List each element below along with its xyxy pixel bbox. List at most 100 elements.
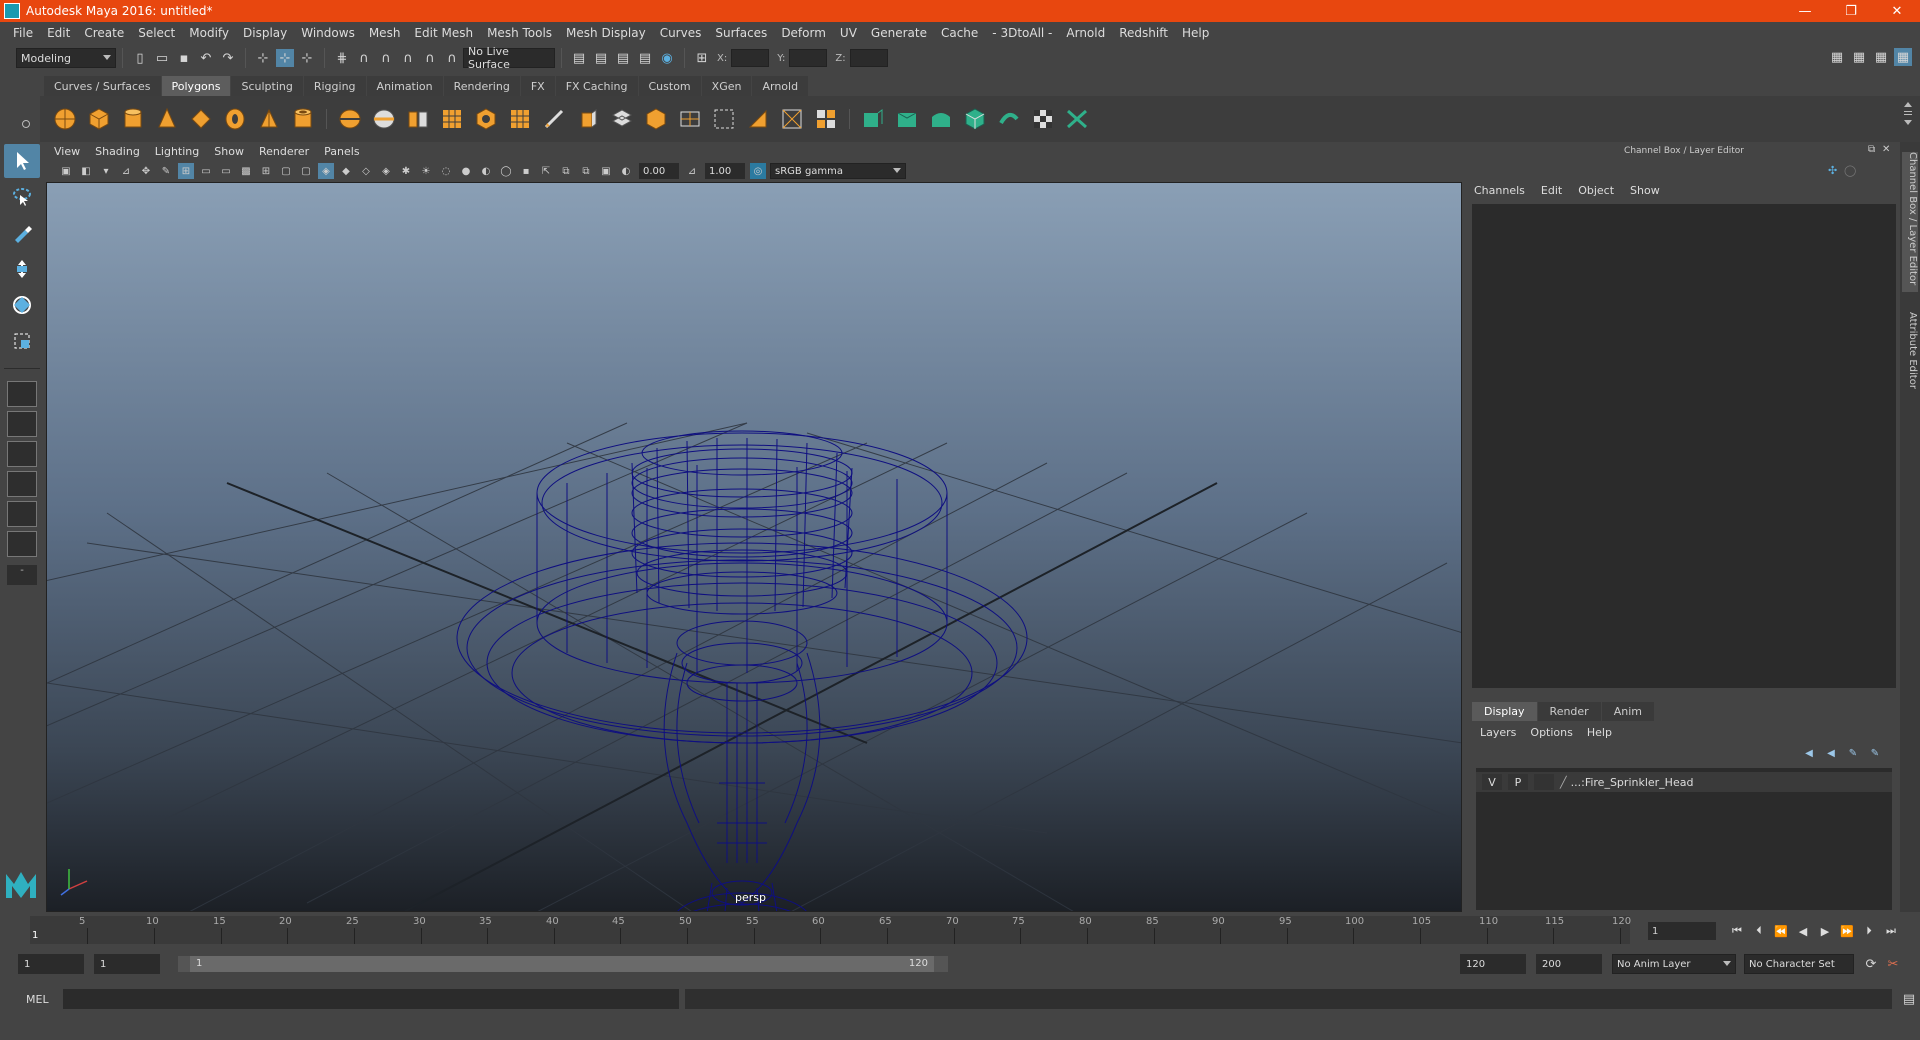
- close-button[interactable]: ✕: [1874, 0, 1920, 22]
- x-coordinate-field[interactable]: [731, 49, 770, 67]
- shelf-tab-custom[interactable]: Custom: [638, 76, 701, 96]
- layer-menu-layers[interactable]: Layers: [1480, 726, 1516, 739]
- menu-select[interactable]: Select: [131, 26, 182, 40]
- shelf-tab-animation[interactable]: Animation: [366, 76, 443, 96]
- extrude-icon[interactable]: [574, 105, 602, 133]
- render-sphere-icon[interactable]: ◉: [658, 49, 676, 67]
- shelf-scroll[interactable]: [1902, 100, 1914, 136]
- poly-cylinder-icon[interactable]: [119, 105, 147, 133]
- extract-icon[interactable]: [404, 105, 432, 133]
- snap-grid-icon[interactable]: ⋕: [333, 49, 351, 67]
- smooth-icon[interactable]: [438, 105, 466, 133]
- shelf-tab-arnold[interactable]: Arnold: [752, 76, 809, 96]
- resolution-gate-icon[interactable]: ▭: [218, 163, 234, 179]
- uv-checker-icon[interactable]: [1029, 105, 1057, 133]
- channel-box-area[interactable]: [1472, 204, 1896, 688]
- scroll-up-icon[interactable]: [1904, 102, 1912, 107]
- layer-tab-render[interactable]: Render: [1537, 702, 1601, 721]
- bridge-icon[interactable]: [608, 105, 636, 133]
- uv-automatic-icon[interactable]: [961, 105, 989, 133]
- textured-icon[interactable]: ◈: [378, 163, 394, 179]
- two-d-pan-icon[interactable]: ✥: [138, 163, 154, 179]
- motion-blur-icon[interactable]: ●: [458, 163, 474, 179]
- close-panel-icon[interactable]: ✕: [1882, 144, 1896, 155]
- play-forward-icon[interactable]: ▶: [1814, 922, 1836, 940]
- safe-action-icon[interactable]: ▢: [278, 163, 294, 179]
- attribute-editor-toggle-icon[interactable]: ▦: [1850, 48, 1868, 66]
- circle-indicator-icon[interactable]: ◯: [1844, 164, 1860, 177]
- script-editor-icon[interactable]: ▤: [1900, 990, 1918, 1008]
- layer-tab-display[interactable]: Display: [1472, 702, 1537, 721]
- viewport-menu-lighting[interactable]: Lighting: [155, 145, 199, 158]
- poly-cube-icon[interactable]: [85, 105, 113, 133]
- menu-curves[interactable]: Curves: [653, 26, 709, 40]
- channel-box-menu-show[interactable]: Show: [1630, 184, 1660, 197]
- menu-cache[interactable]: Cache: [934, 26, 985, 40]
- script-language-label[interactable]: MEL: [26, 993, 49, 1006]
- bevel-icon[interactable]: [506, 105, 534, 133]
- layer-menu-options[interactable]: Options: [1530, 726, 1572, 739]
- menu-uv[interactable]: UV: [833, 26, 864, 40]
- exposure-icon[interactable]: ◐: [618, 163, 634, 179]
- animation-end-field[interactable]: 200: [1536, 954, 1602, 974]
- range-slider[interactable]: 1 120: [178, 956, 948, 972]
- depth-of-field-icon[interactable]: ◯: [498, 163, 514, 179]
- select-tool-icon[interactable]: [4, 144, 40, 178]
- z-coordinate-field[interactable]: [849, 49, 888, 67]
- color-management-icon[interactable]: ◎: [750, 163, 766, 179]
- layer-tab-anim[interactable]: Anim: [1601, 702, 1654, 721]
- snap-curve-icon[interactable]: ∩: [355, 49, 373, 67]
- shelf-settings-icon[interactable]: [22, 120, 30, 128]
- chamfer-icon[interactable]: [812, 105, 840, 133]
- maximize-button[interactable]: ❐: [1828, 0, 1874, 22]
- field-chart-icon[interactable]: ⊞: [258, 163, 274, 179]
- grid-toggle-icon[interactable]: ⊞: [178, 163, 194, 179]
- poly-torus-icon[interactable]: [221, 105, 249, 133]
- fill-hole-icon[interactable]: [676, 105, 704, 133]
- shelf-tab-fx[interactable]: FX: [520, 76, 555, 96]
- viewport-menu-view[interactable]: View: [54, 145, 80, 158]
- xray-components-icon[interactable]: ⧉: [578, 163, 594, 179]
- layer-color-icon[interactable]: ╱: [1560, 776, 1567, 789]
- layer-row[interactable]: V P ╱ ...:Fire_Sprinkler_Head: [1476, 772, 1892, 792]
- grease-pencil-icon[interactable]: ✎: [158, 163, 174, 179]
- scroll-down-icon[interactable]: [1904, 120, 1912, 125]
- single-perspective-layout-icon[interactable]: [7, 381, 37, 407]
- channel-box-menu-object[interactable]: Object: [1578, 184, 1614, 197]
- four-view-layout-icon[interactable]: [7, 411, 37, 437]
- menu-surfaces[interactable]: Surfaces: [708, 26, 774, 40]
- transform-mode-icon[interactable]: ⊞: [693, 49, 711, 67]
- menu-arnold[interactable]: Arnold: [1059, 26, 1112, 40]
- snap-surface-icon[interactable]: ∩: [421, 49, 439, 67]
- new-layer-icon[interactable]: ✎: [1842, 748, 1864, 762]
- side-tab-attribute-editor[interactable]: Attribute Editor: [1902, 312, 1918, 402]
- tool-settings-toggle-icon[interactable]: ▦: [1872, 48, 1890, 66]
- hypershade-layout-icon[interactable]: [7, 531, 37, 557]
- wireframe-icon[interactable]: ◈: [318, 163, 334, 179]
- ambient-occlusion-icon[interactable]: ◌: [438, 163, 454, 179]
- move-tool-icon[interactable]: [4, 252, 40, 286]
- menu-file[interactable]: File: [6, 26, 40, 40]
- persp-graph-layout-icon[interactable]: [7, 471, 37, 497]
- poly-pipe-icon[interactable]: [289, 105, 317, 133]
- go-to-end-icon[interactable]: ⏭: [1880, 922, 1902, 940]
- side-tab-channel-box[interactable]: Channel Box / Layer Editor: [1902, 152, 1918, 292]
- menu-edit-mesh[interactable]: Edit Mesh: [407, 26, 480, 40]
- gate-mask-icon[interactable]: ▩: [238, 163, 254, 179]
- uv-unfold-icon[interactable]: [995, 105, 1023, 133]
- auto-key-icon[interactable]: ⟳: [1862, 955, 1880, 973]
- poly-plane-icon[interactable]: [187, 105, 215, 133]
- scale-tool-icon[interactable]: [4, 324, 40, 358]
- boolean-icon[interactable]: [472, 105, 500, 133]
- menu-3dtoall[interactable]: - 3DtoAll -: [985, 26, 1059, 40]
- menu-mesh-display[interactable]: Mesh Display: [559, 26, 653, 40]
- image-plane-icon[interactable]: ⊿: [118, 163, 134, 179]
- step-back-key-icon[interactable]: ⏴: [1748, 922, 1770, 940]
- live-surface-field[interactable]: No Live Surface: [463, 45, 555, 71]
- uv-cylindrical-icon[interactable]: [893, 105, 921, 133]
- mode-dropdown[interactable]: Modeling: [16, 48, 116, 68]
- bookmark-icon[interactable]: ▾: [98, 163, 114, 179]
- layer-menu-help[interactable]: Help: [1587, 726, 1612, 739]
- new-layer-selected-icon[interactable]: ✎: [1864, 748, 1886, 762]
- shelf-tab-xgen[interactable]: XGen: [701, 76, 752, 96]
